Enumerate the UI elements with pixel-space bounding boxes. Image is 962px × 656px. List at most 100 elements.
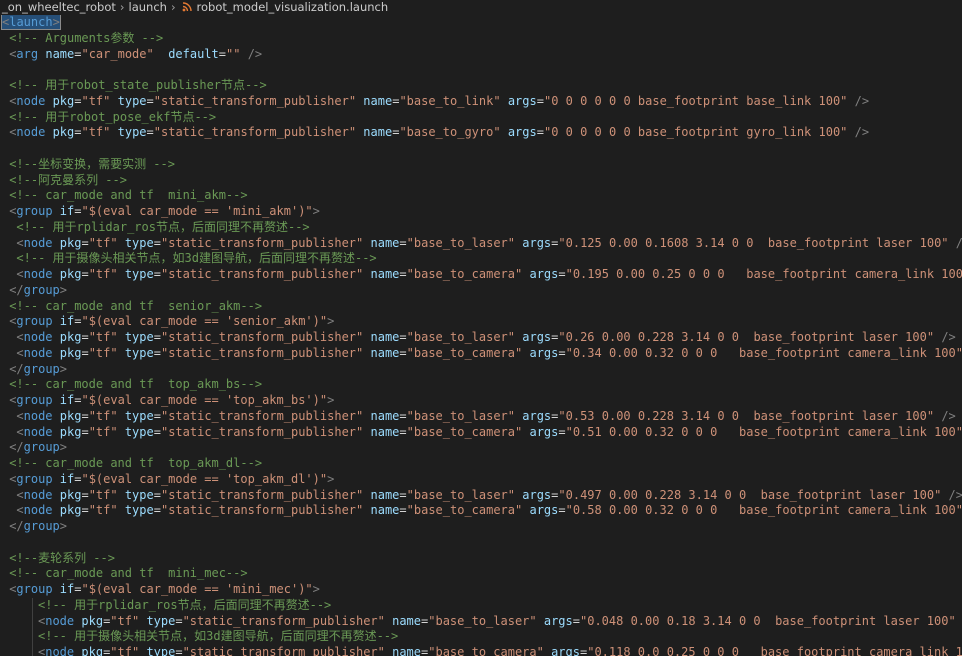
code-line[interactable] xyxy=(0,141,962,157)
code-string: "base_to_laser" xyxy=(406,330,516,344)
breadcrumb-folder-launch[interactable]: launch xyxy=(129,0,167,14)
code-string: "static_transform_publisher" xyxy=(182,613,385,628)
code-string: "base_to_laser" xyxy=(406,235,516,250)
code-line[interactable]: <node pkg="tf" type="static_transform_pu… xyxy=(0,330,962,346)
code-line[interactable]: <node pkg="tf" type="static_transform_pu… xyxy=(0,613,962,630)
code-comment: <!-- car_mode and tf mini_akm--> xyxy=(9,188,248,203)
code-line[interactable]: <!-- 用于摄像头相关节点，如3d建图导航，后面同理不再赘述--> xyxy=(0,251,962,267)
code-line[interactable]: <!-- car_mode and tf top_akm_dl--> xyxy=(0,456,962,472)
code-line[interactable]: <node pkg="tf" type="static_transform_pu… xyxy=(0,346,962,362)
breadcrumb-folder-workspace[interactable]: _on_wheeltec_robot xyxy=(2,0,116,14)
code-attribute: name xyxy=(45,46,75,61)
code-line-content: <node pkg="tf" type="static_transform_pu… xyxy=(16,488,962,502)
code-line[interactable]: </group> xyxy=(0,440,962,456)
code-line[interactable]: <!-- Arguments参数 --> xyxy=(0,31,962,47)
code-line[interactable]: <!-- 用于rplidar_ros节点，后面同理不再赘述--> xyxy=(0,220,962,236)
code-line[interactable]: <!-- car_mode and tf mini_mec--> xyxy=(0,566,962,582)
code-line[interactable]: <node pkg="tf" type="static_transform_pu… xyxy=(0,236,962,252)
code-line-content: <node pkg="tf" type="static_transform_pu… xyxy=(9,125,869,139)
code-attribute: pkg xyxy=(59,345,82,360)
code-string: "tf" xyxy=(88,235,118,250)
code-line[interactable]: <!-- car_mode and tf senior_akm--> xyxy=(0,299,962,315)
code-line[interactable]: <group if="$(eval car_mode == 'top_akm_b… xyxy=(0,393,962,409)
code-line[interactable]: <!--阿克曼系列 --> xyxy=(0,173,962,189)
code-line[interactable]: </group> xyxy=(0,519,962,535)
code-punctuation: /> xyxy=(247,46,263,61)
code-comment: <!-- 用于rplidar_ros节点，后面同理不再赘述--> xyxy=(16,219,310,234)
code-line[interactable]: <group if="$(eval car_mode == 'mini_mec'… xyxy=(0,582,962,598)
code-punctuation: < xyxy=(16,487,24,502)
code-string: "base_to_camera" xyxy=(406,424,523,439)
code-text: = xyxy=(81,235,89,250)
code-punctuation: < xyxy=(16,267,24,281)
code-line[interactable]: </group> xyxy=(0,362,962,378)
code-line[interactable]: <node pkg="tf" type="static_transform_pu… xyxy=(0,267,962,283)
code-punctuation: < xyxy=(16,408,24,423)
code-attribute: pkg xyxy=(59,487,82,502)
code-punctuation: < xyxy=(16,424,24,439)
code-line[interactable]: <group if="$(eval car_mode == 'senior_ak… xyxy=(0,314,962,330)
code-string: "tf" xyxy=(110,645,140,656)
code-attribute: pkg xyxy=(52,125,75,140)
code-line[interactable] xyxy=(0,62,962,78)
code-line[interactable]: <!--坐标变换，需要实测 --> xyxy=(0,157,962,173)
code-attribute: type xyxy=(124,424,154,439)
code-comment: <!--阿克曼系列 --> xyxy=(9,172,127,187)
code-line[interactable]: <!-- 用于摄像头相关节点，如3d建图导航，后面同理不再赘述--> xyxy=(0,629,962,645)
code-line[interactable] xyxy=(0,535,962,551)
code-line[interactable]: <!-- 用于robot_state_publisher节点--> xyxy=(0,78,962,94)
code-line-content: <!-- 用于rplidar_ros节点，后面同理不再赘述--> xyxy=(16,220,309,234)
code-attribute: name xyxy=(370,503,400,518)
code-line[interactable]: <!--麦轮系列 --> xyxy=(0,551,962,567)
code-text: = xyxy=(399,345,407,360)
code-editor[interactable]: <launch> <!-- Arguments参数 --> <arg name="c… xyxy=(0,15,962,656)
code-attribute: type xyxy=(124,235,154,250)
code-string: "tf" xyxy=(88,408,118,423)
code-line[interactable]: <node pkg="tf" type="static_transform_pu… xyxy=(0,645,962,656)
code-line-content: </group> xyxy=(9,362,67,376)
code-comment: <!-- car_mode and tf senior_akm--> xyxy=(9,298,263,313)
code-attribute: name xyxy=(392,645,422,656)
code-string: "static_transform_publisher" xyxy=(160,487,364,502)
code-attribute: pkg xyxy=(59,330,82,344)
code-line[interactable]: <node pkg="tf" type="static_transform_pu… xyxy=(0,125,962,141)
indent-guide xyxy=(32,645,34,656)
code-line[interactable]: <launch> xyxy=(0,15,962,31)
code-attribute: type xyxy=(124,267,154,281)
code-line[interactable]: <node pkg="tf" type="static_transform_pu… xyxy=(0,409,962,425)
code-text: = xyxy=(399,503,407,518)
code-line[interactable]: <group if="$(eval car_mode == 'mini_akm'… xyxy=(0,204,962,220)
code-line[interactable]: </group> xyxy=(0,283,962,299)
code-line[interactable]: <arg name="car_mode" default="" /> xyxy=(0,47,962,63)
code-attribute: args xyxy=(522,487,552,502)
indent-guide xyxy=(32,597,34,614)
code-line[interactable]: <group if="$(eval car_mode == 'top_akm_d… xyxy=(0,472,962,488)
code-comment: <!-- 用于robot_state_publisher节点--> xyxy=(9,78,267,92)
code-line-content: <group if="$(eval car_mode == 'mini_mec'… xyxy=(9,582,320,596)
code-comment: <!-- car_mode and tf top_akm_dl--> xyxy=(9,456,263,470)
code-punctuation: > xyxy=(312,204,320,218)
code-attribute: pkg xyxy=(59,503,82,518)
code-line-content: <group if="$(eval car_mode == 'top_akm_d… xyxy=(9,472,334,486)
code-attribute: pkg xyxy=(81,613,104,628)
code-text: = xyxy=(146,93,154,108)
code-comment: <!-- Arguments参数 --> xyxy=(9,30,164,45)
code-line[interactable]: <!-- 用于robot_pose_ekf节点--> xyxy=(0,110,962,126)
code-line[interactable]: <!-- car_mode and tf top_akm_bs--> xyxy=(0,377,962,393)
breadcrumb-file[interactable]: robot_model_visualization.launch xyxy=(197,0,389,14)
code-line[interactable]: <node pkg="tf" type="static_transform_pu… xyxy=(0,503,962,519)
code-line[interactable]: <!-- 用于rplidar_ros节点，后面同理不再赘述--> xyxy=(0,597,962,614)
code-line[interactable]: <node pkg="tf" type="static_transform_pu… xyxy=(0,425,962,441)
code-attribute: pkg xyxy=(59,235,82,250)
code-line[interactable]: <node pkg="tf" type="static_transform_pu… xyxy=(0,488,962,504)
code-text: = xyxy=(81,408,89,423)
code-line-content: <!-- 用于robot_state_publisher节点--> xyxy=(9,78,267,92)
code-comment: <!--麦轮系列 --> xyxy=(9,550,115,565)
code-line[interactable]: <!-- car_mode and tf mini_akm--> xyxy=(0,188,962,204)
code-line[interactable]: <node pkg="tf" type="static_transform_pu… xyxy=(0,94,962,110)
